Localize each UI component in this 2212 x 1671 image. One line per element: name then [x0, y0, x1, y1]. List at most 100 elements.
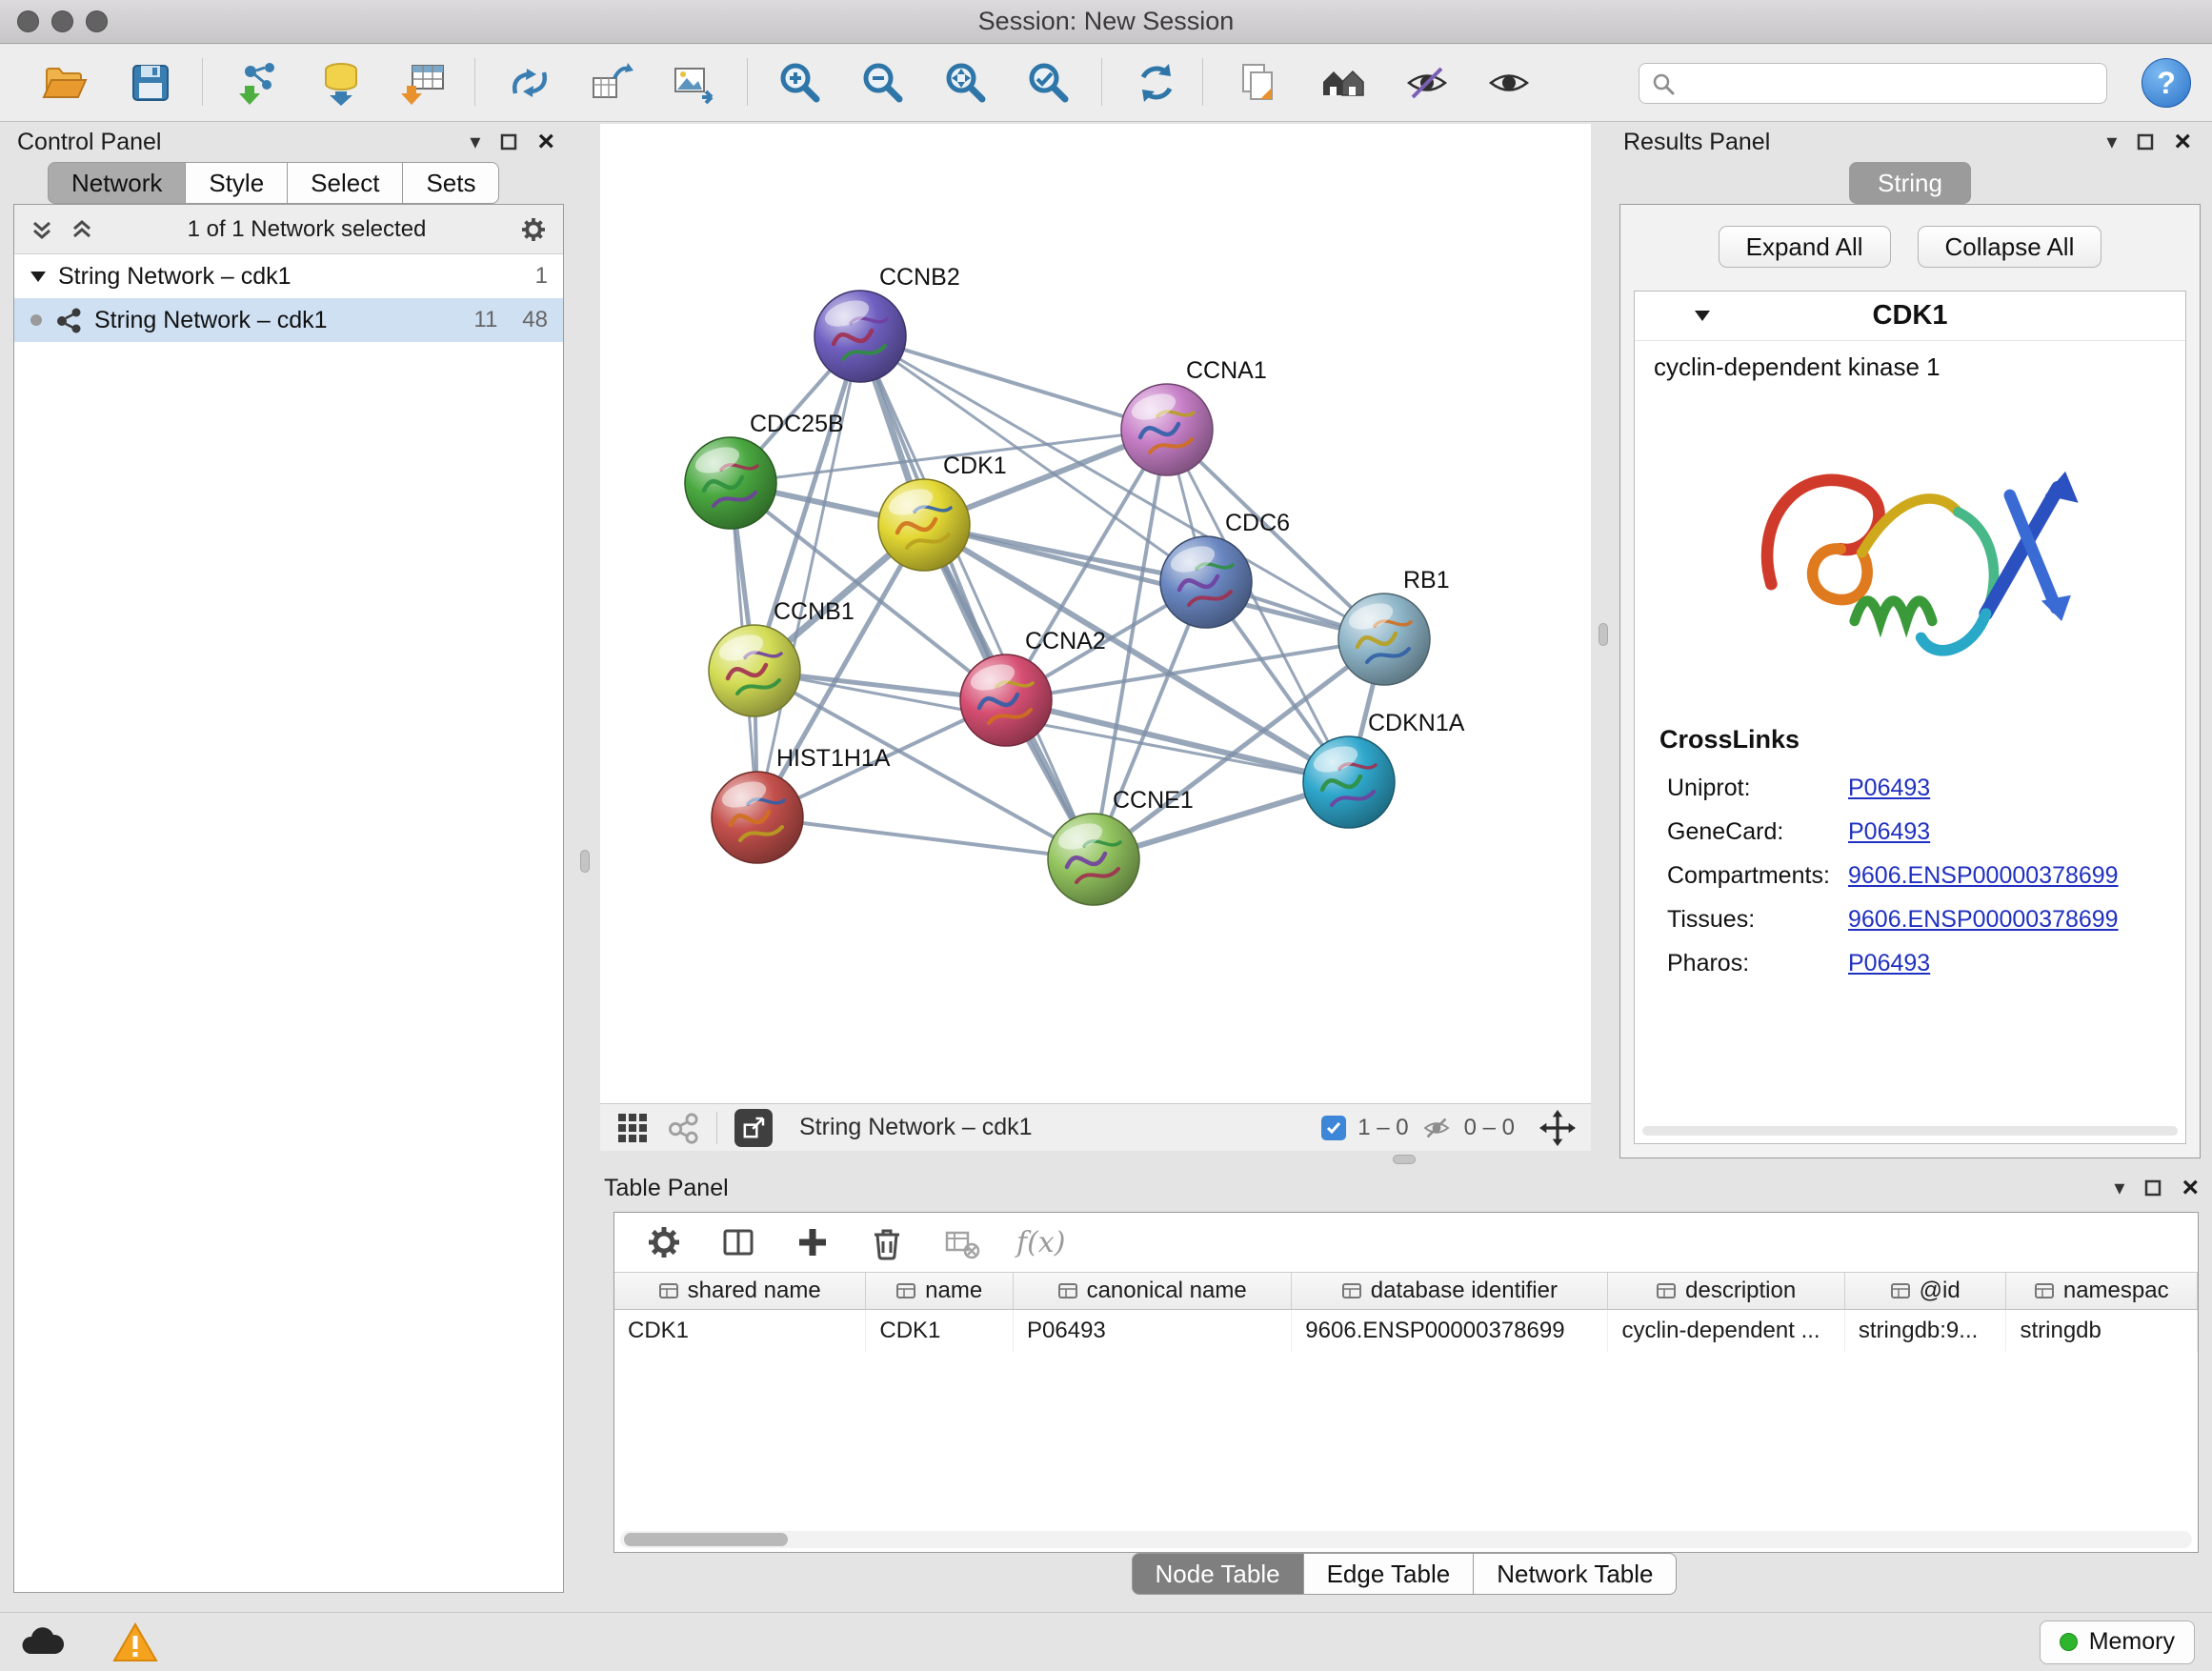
table-cell[interactable]: stringdb:9... [1845, 1310, 2007, 1352]
collapse-all-icon[interactable] [70, 217, 94, 242]
open-session-button[interactable] [38, 56, 91, 110]
help-button[interactable]: ? [2142, 58, 2191, 108]
gear-icon[interactable] [519, 215, 548, 244]
network-edge[interactable] [860, 336, 1167, 430]
network-collection-row[interactable]: String Network – cdk1 1 [14, 254, 563, 298]
column-header-canonical-name[interactable]: canonical name [1014, 1273, 1292, 1309]
column-header-name[interactable]: name [866, 1273, 1014, 1309]
crosslink-value-link[interactable]: P06493 [1848, 775, 1930, 802]
first-neighbors-button[interactable] [1317, 56, 1370, 110]
tab-style[interactable]: Style [186, 162, 288, 204]
panel-close-icon[interactable]: × [2174, 128, 2191, 156]
show-columns-icon[interactable] [719, 1223, 757, 1261]
tab-node-table[interactable]: Node Table [1132, 1553, 1304, 1595]
network-view-canvas[interactable]: CCNB2CCNA1CDC25BCDK1CDC6RB1CCNB1CCNA2CDK… [600, 124, 1591, 1103]
left-splitter-handle[interactable] [580, 850, 590, 873]
table-cell[interactable]: 9606.ENSP00000378699 [1292, 1310, 1608, 1352]
network-edge[interactable] [860, 336, 1094, 859]
table-cell[interactable]: P06493 [1014, 1310, 1292, 1352]
panel-float-icon[interactable] [499, 132, 518, 151]
panel-float-icon[interactable] [2143, 1178, 2162, 1198]
column-header-shared-name[interactable]: shared name [614, 1273, 866, 1309]
expand-all-icon[interactable] [30, 217, 54, 242]
minimize-window-button[interactable] [51, 10, 73, 32]
crosslink-value-link[interactable]: 9606.ENSP00000378699 [1848, 906, 2119, 934]
copy-button[interactable] [1231, 56, 1284, 110]
right-splitter-handle[interactable] [1599, 623, 1608, 646]
function-builder-button[interactable]: f(x) [1016, 1226, 1065, 1259]
close-window-button[interactable] [17, 10, 39, 32]
network-node[interactable]: CCNA1 [1121, 357, 1267, 475]
table-cell[interactable]: cyclin-dependent ... [1608, 1310, 1844, 1352]
open-in-new-window-button[interactable] [734, 1109, 773, 1147]
import-network-from-file-button[interactable] [232, 56, 286, 110]
panel-collapse-icon[interactable]: ▾ [470, 131, 480, 152]
tab-edge-table[interactable]: Edge Table [1304, 1553, 1475, 1595]
tab-network-table[interactable]: Network Table [1474, 1553, 1677, 1595]
network-edge[interactable] [757, 817, 1094, 859]
expand-all-button[interactable]: Expand All [1719, 226, 1891, 268]
table-cell[interactable]: CDK1 [866, 1310, 1014, 1352]
table-settings-gear-icon[interactable] [645, 1223, 683, 1261]
gene-card-header[interactable]: CDK1 [1635, 292, 2185, 341]
table-cell[interactable]: stringdb [2006, 1310, 2198, 1352]
column-header-database-identifier[interactable]: database identifier [1292, 1273, 1608, 1309]
network-graph[interactable]: CCNB2CCNA1CDC25BCDK1CDC6RB1CCNB1CCNA2CDK… [600, 124, 1591, 1103]
column-header-description[interactable]: description [1608, 1273, 1844, 1309]
network-item-row[interactable]: String Network – cdk1 1148 [14, 298, 563, 342]
network-node[interactable]: HIST1H1A [712, 745, 891, 863]
tab-network[interactable]: Network [48, 162, 186, 204]
network-edge[interactable] [924, 525, 1384, 639]
crosslink-value-link[interactable]: P06493 [1848, 818, 1930, 846]
birds-eye-view-icon[interactable] [667, 1112, 699, 1144]
warning-icon[interactable] [112, 1621, 158, 1663]
network-node[interactable]: CDKN1A [1303, 710, 1465, 828]
tab-string[interactable]: String [1849, 162, 1971, 204]
pan-crosshair-icon[interactable] [1539, 1110, 1576, 1146]
panel-close-icon[interactable]: × [537, 128, 554, 156]
column-header--id[interactable]: @id [1845, 1273, 2007, 1309]
network-node[interactable]: CCNB1 [709, 598, 855, 716]
memory-button[interactable]: Memory [2040, 1621, 2195, 1664]
zoom-out-button[interactable] [856, 56, 910, 110]
crosslink-value-link[interactable]: 9606.ENSP00000378699 [1848, 862, 2119, 890]
search-input[interactable] [1685, 70, 2095, 97]
network-node[interactable]: RB1 [1338, 567, 1450, 685]
tree-expander-icon[interactable] [30, 270, 47, 283]
new-network-from-table-button[interactable] [585, 56, 638, 110]
panel-collapse-icon[interactable]: ▾ [2114, 1178, 2124, 1198]
panel-close-icon[interactable]: × [2182, 1174, 2199, 1202]
table-horizontal-scrollbar[interactable] [620, 1531, 2192, 1548]
results-scrollbar[interactable] [1642, 1126, 2178, 1136]
cloud-icon[interactable] [17, 1623, 69, 1661]
delete-column-icon[interactable] [942, 1223, 980, 1261]
network-node[interactable]: CCNB2 [814, 264, 960, 382]
bottom-splitter-handle[interactable] [1393, 1155, 1416, 1164]
panel-collapse-icon[interactable]: ▾ [2106, 131, 2117, 152]
network-node[interactable]: CDK1 [878, 453, 1007, 571]
export-image-button[interactable] [667, 56, 720, 110]
tab-sets[interactable]: Sets [403, 162, 499, 204]
show-all-button[interactable] [1482, 56, 1536, 110]
panel-float-icon[interactable] [2136, 132, 2155, 151]
tab-select[interactable]: Select [288, 162, 403, 204]
delete-trash-icon[interactable] [868, 1223, 906, 1261]
grid-view-icon[interactable] [615, 1111, 650, 1145]
import-network-from-database-button[interactable] [314, 56, 368, 110]
crosslink-value-link[interactable]: P06493 [1848, 950, 1930, 977]
column-header-namespac[interactable]: namespac [2006, 1273, 2198, 1309]
new-network-button[interactable] [503, 56, 556, 110]
search-box[interactable] [1639, 63, 2107, 104]
save-session-button[interactable] [124, 56, 177, 110]
hide-selected-button[interactable] [1400, 56, 1454, 110]
table-cell[interactable]: CDK1 [614, 1310, 866, 1352]
import-table-button[interactable] [396, 56, 450, 110]
add-column-plus-icon[interactable] [794, 1223, 832, 1261]
selected-indicator-checkbox[interactable] [1321, 1116, 1346, 1140]
collapse-all-button[interactable]: Collapse All [1918, 226, 2102, 268]
fit-content-button[interactable] [939, 56, 993, 110]
zoom-window-button[interactable] [86, 10, 108, 32]
table-row[interactable]: CDK1CDK1P064939606.ENSP00000378699cyclin… [614, 1310, 2198, 1352]
zoom-selected-button[interactable] [1022, 56, 1076, 110]
scrollbar-thumb[interactable] [624, 1533, 788, 1546]
